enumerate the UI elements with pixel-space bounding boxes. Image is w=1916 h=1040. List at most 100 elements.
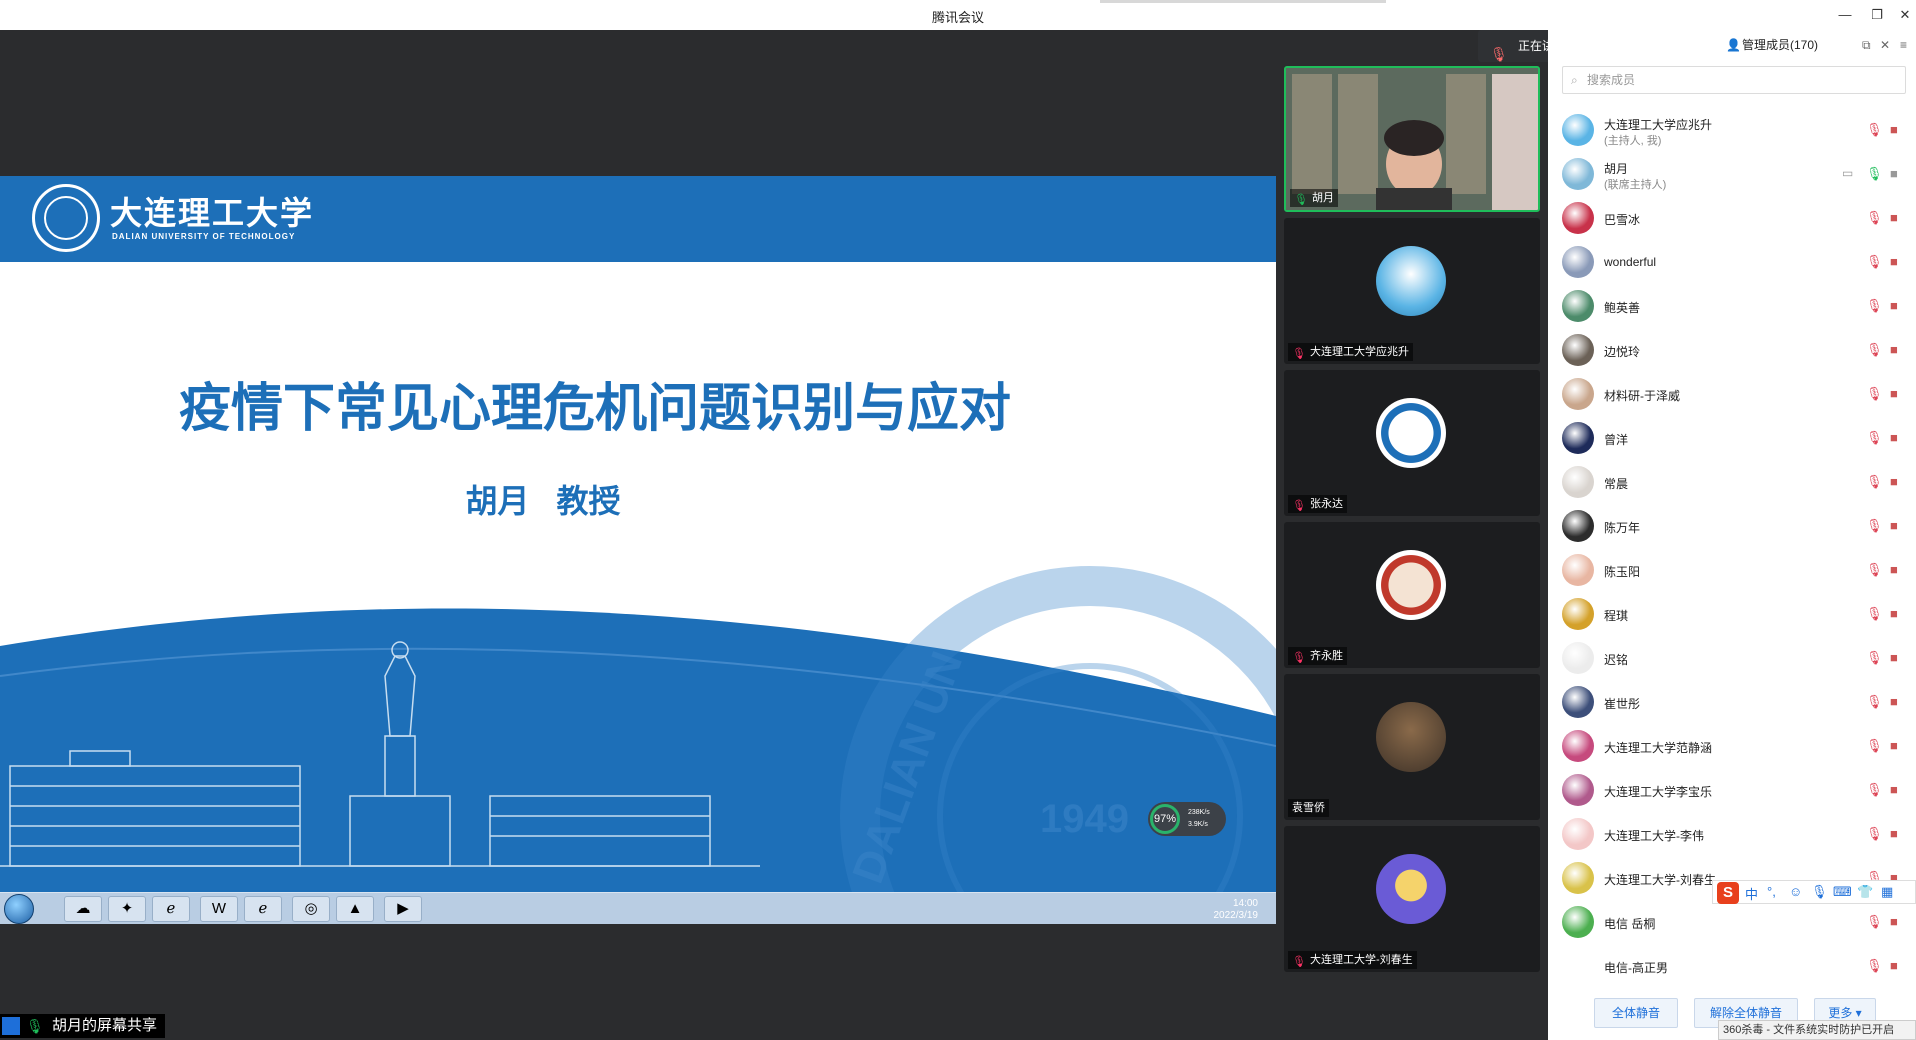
- ime-mode-toggle[interactable]: 中: [1745, 884, 1758, 903]
- mic-muted-icon[interactable]: 🎙: [1866, 958, 1883, 974]
- participant-avatar: [1376, 702, 1446, 772]
- member-row[interactable]: wonderful 🎙 ■: [1562, 240, 1914, 284]
- mic-muted-icon[interactable]: 🎙: [1866, 342, 1883, 358]
- mute-all-button[interactable]: 全体静音: [1594, 998, 1678, 1028]
- skin-icon[interactable]: 👕: [1857, 884, 1873, 900]
- camera-off-icon[interactable]: ■: [1890, 430, 1898, 445]
- camera-off-icon[interactable]: ■: [1890, 298, 1898, 313]
- video-tile-active-speaker[interactable]: 🎙 胡月: [1284, 66, 1540, 212]
- mic-muted-icon[interactable]: 🎙: [1866, 738, 1883, 754]
- video-tile[interactable]: 🎙 大连理工大学应兆升: [1284, 218, 1540, 364]
- mic-muted-icon[interactable]: 🎙: [1866, 694, 1883, 710]
- punctuation-icon[interactable]: °,: [1767, 884, 1776, 899]
- member-search-input[interactable]: ⌕ 搜索成员: [1562, 66, 1906, 94]
- panel-menu-icon[interactable]: ≡: [1900, 30, 1907, 60]
- mic-muted-icon[interactable]: 🎙: [1866, 562, 1883, 578]
- member-row[interactable]: 程琪 🎙 ■: [1562, 592, 1914, 636]
- member-row[interactable]: 边悦玲 🎙 ■: [1562, 328, 1914, 372]
- mic-muted-icon[interactable]: 🎙: [1866, 650, 1883, 666]
- member-row[interactable]: 大连理工大学范静涵 🎙 ■: [1562, 724, 1914, 768]
- member-row[interactable]: 曾洋 🎙 ■: [1562, 416, 1914, 460]
- mic-muted-icon[interactable]: 🎙: [1866, 210, 1883, 226]
- member-name: 电信 岳桐: [1604, 917, 1656, 931]
- keyboard-icon[interactable]: ⌨: [1833, 884, 1852, 900]
- camera-off-icon[interactable]: ■: [1890, 914, 1898, 929]
- voice-icon[interactable]: 🎙: [1811, 884, 1828, 900]
- minimize-button[interactable]: —: [1834, 5, 1856, 25]
- camera-off-icon[interactable]: ■: [1890, 606, 1898, 621]
- video-tile[interactable]: 🎙 大连理工大学-刘春生: [1284, 826, 1540, 972]
- member-row[interactable]: 陈万年 🎙 ■: [1562, 504, 1914, 548]
- member-name: 大连理工大学-刘春生: [1604, 873, 1716, 887]
- member-avatar: [1562, 642, 1594, 674]
- window-title: 腾讯会议: [931, 10, 984, 25]
- member-row[interactable]: 崔世彤 🎙 ■: [1562, 680, 1914, 724]
- mic-muted-icon[interactable]: 🎙: [1866, 298, 1883, 314]
- video-tile[interactable]: 🎙 张永达: [1284, 370, 1540, 516]
- mic-muted-icon[interactable]: 🎙: [1866, 914, 1883, 930]
- camera-off-icon[interactable]: ■: [1890, 826, 1898, 841]
- popout-icon[interactable]: ⧉: [1862, 30, 1871, 60]
- mic-muted-icon[interactable]: 🎙: [1866, 386, 1883, 402]
- member-row[interactable]: 鲍英善 🎙 ■: [1562, 284, 1914, 328]
- top-drag-handle[interactable]: [1100, 0, 1386, 3]
- camera-off-icon[interactable]: ■: [1890, 562, 1898, 577]
- mic-muted-icon[interactable]: 🎙: [1866, 518, 1883, 534]
- member-row[interactable]: 巴雪冰 🎙 ■: [1562, 196, 1914, 240]
- video-tile[interactable]: 袁雪侨: [1284, 674, 1540, 820]
- camera-off-icon[interactable]: ■: [1890, 474, 1898, 489]
- mic-muted-icon[interactable]: 🎙: [1866, 782, 1883, 798]
- mic-muted-icon[interactable]: 🎙: [1866, 430, 1883, 446]
- ie-browser-2-icon: ℯ: [244, 896, 282, 922]
- ime-toolbar[interactable]: S 中 °, ☺ 🎙 ⌨ 👕 ▦: [1712, 880, 1916, 904]
- member-row[interactable]: 常晨 🎙 ■: [1562, 460, 1914, 504]
- camera-off-icon[interactable]: ■: [1890, 738, 1898, 753]
- camera-off-icon[interactable]: ■: [1890, 694, 1898, 709]
- member-row[interactable]: 电信 岳桐 🎙 ■: [1562, 900, 1914, 944]
- member-avatar: [1562, 246, 1594, 278]
- emoji-icon[interactable]: ☺: [1789, 884, 1802, 899]
- camera-off-icon[interactable]: ■: [1890, 122, 1898, 137]
- camera-off-icon[interactable]: ■: [1890, 650, 1898, 665]
- member-row[interactable]: 材料研-于泽威 🎙 ■: [1562, 372, 1914, 416]
- participant-avatar: [1376, 550, 1446, 620]
- camera-off-icon[interactable]: ■: [1890, 386, 1898, 401]
- camera-off-icon[interactable]: ■: [1890, 958, 1898, 973]
- member-row[interactable]: 电信-高正男 🎙 ■: [1562, 944, 1914, 988]
- video-tile-name: 🎙 大连理工大学-刘春生: [1288, 951, 1417, 969]
- member-row[interactable]: 陈玉阳 🎙 ■: [1562, 548, 1914, 592]
- shared-screen: 大连理工大学 DALIAN UNIVERSITY OF TECHNOLOGY 疫…: [0, 30, 1276, 1040]
- video-tile-name: 🎙 大连理工大学应兆升: [1288, 343, 1413, 361]
- mic-muted-icon[interactable]: 🎙: [1866, 254, 1883, 270]
- panel-close-icon[interactable]: ✕: [1880, 30, 1890, 60]
- camera-off-icon[interactable]: ■: [1890, 518, 1898, 533]
- mic-on-icon[interactable]: 🎙: [1866, 166, 1883, 182]
- member-avatar: [1562, 818, 1594, 850]
- camera-off-icon[interactable]: ■: [1890, 210, 1898, 225]
- camera-off-icon[interactable]: ■: [1890, 254, 1898, 269]
- members-panel-header: 👤 管理成员(170) ⧉ ✕ ≡: [1722, 30, 1916, 60]
- member-name: 胡月: [1604, 162, 1629, 176]
- toolbox-icon[interactable]: ▦: [1881, 884, 1893, 900]
- member-list: 大连理工大学应兆升 (主持人, 我) 🎙 ■ 胡月 (联席主持人) ▭ 🎙 ■ 巴雪冰 🎙 ■ wond…: [1562, 108, 1914, 988]
- camera-off-icon[interactable]: ■: [1890, 342, 1898, 357]
- mic-muted-icon[interactable]: 🎙: [1866, 826, 1883, 842]
- member-row[interactable]: 大连理工大学-李伟 🎙 ■: [1562, 812, 1914, 856]
- mic-muted-icon[interactable]: 🎙: [1866, 474, 1883, 490]
- member-avatar: [1562, 862, 1594, 894]
- mic-muted-icon[interactable]: 🎙: [1866, 122, 1883, 138]
- member-avatar: [1562, 158, 1594, 190]
- member-row[interactable]: 胡月 (联席主持人) ▭ 🎙 ■: [1562, 152, 1914, 196]
- restore-button[interactable]: ❐: [1866, 5, 1888, 25]
- camera-off-icon[interactable]: ■: [1890, 782, 1898, 797]
- member-row[interactable]: 大连理工大学应兆升 (主持人, 我) 🎙 ■: [1562, 108, 1914, 152]
- close-button[interactable]: ✕: [1894, 5, 1916, 25]
- member-row[interactable]: 迟铭 🎙 ■: [1562, 636, 1914, 680]
- mic-on-icon: 🎙: [1294, 194, 1308, 206]
- member-avatar: [1562, 774, 1594, 806]
- antivirus-notification: 360杀毒 - 文件系统实时防护已开启: [1718, 1020, 1916, 1040]
- video-tile[interactable]: 🎙 齐永胜: [1284, 522, 1540, 668]
- member-row[interactable]: 大连理工大学李宝乐 🎙 ■: [1562, 768, 1914, 812]
- mic-muted-icon[interactable]: 🎙: [1866, 606, 1883, 622]
- camera-on-icon[interactable]: ■: [1890, 166, 1898, 181]
